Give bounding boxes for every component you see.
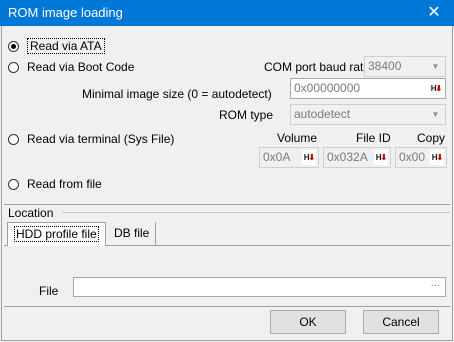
ellipsis-icon[interactable]: ··· bbox=[427, 279, 444, 295]
location-label: Location bbox=[8, 206, 54, 220]
file-path-input[interactable]: ··· bbox=[73, 277, 446, 297]
dropdown-arrow-icon: ▼ bbox=[431, 62, 440, 71]
radio-label-boot-code: Read via Boot Code bbox=[27, 60, 135, 74]
tab-hdd-profile-file[interactable]: HDD profile file bbox=[7, 222, 106, 246]
close-button[interactable]: ✕ bbox=[414, 0, 454, 26]
image-size-label: Minimal image size (0 = autodetect) bbox=[82, 87, 272, 101]
radio-button-icon bbox=[8, 133, 19, 145]
radio-read-terminal[interactable]: Read via terminal (Sys File) bbox=[8, 132, 174, 146]
radio-label-ata: Read via ATA bbox=[27, 38, 105, 54]
file-label: File bbox=[39, 284, 59, 298]
location-divider bbox=[62, 212, 450, 213]
file-id-value: 0x032A bbox=[327, 150, 368, 164]
tab-label-db-file: DB file bbox=[114, 226, 150, 240]
close-icon: ✕ bbox=[427, 4, 441, 21]
rom-type-label: ROM type bbox=[219, 108, 274, 122]
volume-label: Volume bbox=[277, 131, 318, 145]
radio-label-file: Read from file bbox=[27, 177, 102, 191]
rom-type-value: autodetect bbox=[294, 107, 351, 121]
file-id-input[interactable]: 0x032A H⬇ bbox=[323, 147, 391, 168]
copy-input[interactable]: 0x00 H⬇ bbox=[395, 147, 447, 168]
hex-arrow-icon[interactable]: H⬇ bbox=[429, 81, 443, 96]
hex-arrow-icon[interactable]: H⬇ bbox=[302, 150, 316, 165]
radio-button-icon bbox=[8, 178, 19, 190]
tab-db-file[interactable]: DB file bbox=[108, 222, 157, 246]
ok-button[interactable]: OK bbox=[270, 310, 346, 334]
footer-separator bbox=[4, 306, 450, 307]
radio-label-terminal: Read via terminal (Sys File) bbox=[27, 132, 175, 146]
image-size-input[interactable]: 0x00000000 H⬇ bbox=[290, 78, 446, 99]
rom-type-select[interactable]: autodetect ▼ bbox=[290, 104, 446, 125]
radio-read-file[interactable]: Read from file bbox=[8, 177, 102, 191]
radio-read-ata[interactable]: Read via ATA bbox=[8, 38, 105, 54]
dropdown-arrow-icon: ▼ bbox=[431, 110, 440, 119]
volume-input[interactable]: 0x0A H⬇ bbox=[259, 147, 319, 168]
cancel-button[interactable]: Cancel bbox=[363, 310, 439, 334]
hex-arrow-icon[interactable]: H⬇ bbox=[374, 150, 388, 165]
copy-label: Copy bbox=[417, 131, 446, 145]
file-id-label: File ID bbox=[356, 131, 391, 145]
radio-read-boot-code[interactable]: Read via Boot Code bbox=[8, 60, 134, 74]
radio-button-icon bbox=[8, 61, 19, 73]
image-size-value: 0x00000000 bbox=[294, 81, 361, 95]
dialog-body: Read via ATA Read via Boot Code COM port… bbox=[1, 26, 453, 341]
copy-value: 0x00 bbox=[399, 150, 426, 164]
baud-rate-select[interactable]: 38400 ▼ bbox=[364, 56, 446, 77]
baud-rate-label: COM port baud rate bbox=[264, 60, 371, 74]
volume-value: 0x0A bbox=[263, 150, 291, 164]
radio-button-icon bbox=[8, 40, 19, 52]
title-bar: ROM image loading ✕ bbox=[0, 0, 454, 26]
baud-rate-value: 38400 bbox=[368, 59, 402, 73]
tab-label-hdd-profile: HDD profile file bbox=[14, 226, 99, 242]
separator bbox=[4, 204, 450, 205]
hex-arrow-icon[interactable]: H⬇ bbox=[430, 150, 444, 165]
window-title: ROM image loading bbox=[8, 5, 123, 20]
